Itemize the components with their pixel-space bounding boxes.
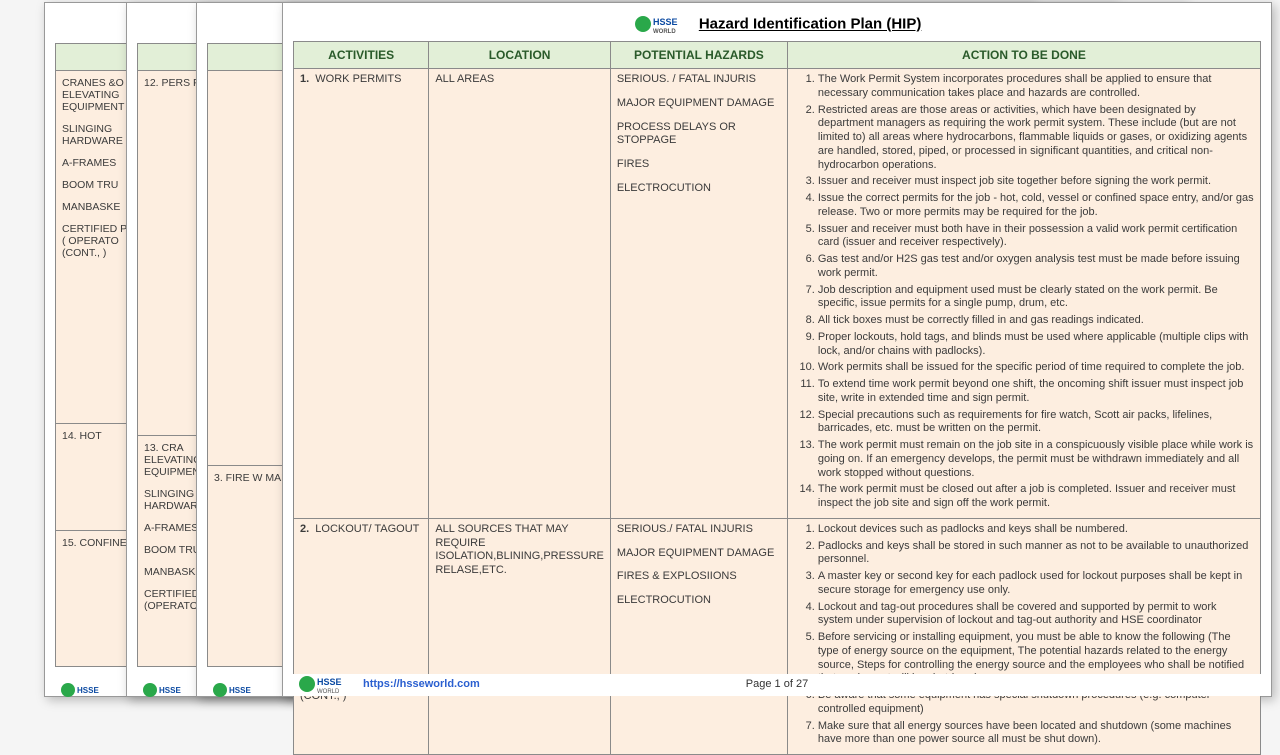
action-item: Gas test and/or H2S gas test and/or oxyg… — [818, 253, 1254, 281]
action-item: Lockout devices such as padlocks and key… — [818, 523, 1254, 537]
hsse-logo-icon: HSSE WORLD — [633, 13, 689, 35]
action-item: Issuer and receiver must inspect job sit… — [818, 175, 1254, 189]
hazards-cell: SERIOUS./ FATAL INJURISMAJOR EQUIPMENT D… — [610, 518, 787, 754]
hsse-logo-icon: HSSE — [59, 680, 105, 700]
action-item: Job description and equipment used must … — [818, 284, 1254, 312]
svg-text:WORLD: WORLD — [317, 689, 340, 695]
document-page-front: HSSE WORLD Hazard Identification Plan (HI… — [282, 2, 1272, 697]
col-location: LOCATION — [429, 42, 611, 69]
action-item: Padlocks and keys shall be stored in suc… — [818, 540, 1254, 568]
hsse-logo-icon: HSSE — [211, 680, 257, 700]
action-item: A master key or second key for each padl… — [818, 570, 1254, 598]
action-item: Lockout and tag-out procedures shall be … — [818, 601, 1254, 629]
table-row: 2. LOCKOUT/ TAGOUTLOCKOUT/ TAGOUT (CONT.… — [294, 518, 1261, 754]
actions-cell: Lockout devices such as padlocks and key… — [787, 518, 1260, 754]
activity-cell: 1. WORK PERMITS — [294, 69, 429, 519]
hip-table: ACTIVITIES LOCATION POTENTIAL HAZARDS AC… — [293, 41, 1261, 755]
col-activities: ACTIVITIES — [294, 42, 429, 69]
activity-cell: 2. LOCKOUT/ TAGOUTLOCKOUT/ TAGOUT (CONT.… — [294, 518, 429, 754]
col-hazards: POTENTIAL HAZARDS — [610, 42, 787, 69]
svg-text:WORLD: WORLD — [653, 29, 676, 35]
page-title-bar: HSSE WORLD Hazard Identification Plan (HI… — [293, 9, 1261, 41]
action-item: Issue the correct permits for the job - … — [818, 192, 1254, 220]
page-number: Page 1 of 27 — [746, 678, 808, 690]
action-item: The work permit must remain on the job s… — [818, 439, 1254, 480]
table-row: 1. WORK PERMITSALL AREASSERIOUS. / FATAL… — [294, 69, 1261, 519]
location-cell: ALL SOURCES THAT MAY REQUIRE ISOLATION,B… — [429, 518, 611, 754]
action-item: Restricted areas are those areas or acti… — [818, 104, 1254, 173]
hsse-logo-icon: HSSE WORLD — [297, 673, 353, 695]
col-actions: ACTION TO BE DONE — [787, 42, 1260, 69]
hazards-cell: SERIOUS. / FATAL INJURISMAJOR EQUIPMENT … — [610, 69, 787, 519]
actions-cell: The Work Permit System incorporates proc… — [787, 69, 1260, 519]
action-item: Issuer and receiver must both have in th… — [818, 223, 1254, 251]
action-item: The work permit must be closed out after… — [818, 483, 1254, 511]
svg-text:HSSE: HSSE — [653, 17, 678, 27]
svg-text:HSSE: HSSE — [317, 677, 342, 687]
svg-text:HSSE: HSSE — [77, 686, 99, 695]
action-item: All tick boxes must be correctly filled … — [818, 314, 1254, 328]
action-item: To extend time work permit beyond one sh… — [818, 378, 1254, 406]
svg-text:HSSE: HSSE — [159, 686, 181, 695]
action-item: Work permits shall be issued for the spe… — [818, 361, 1254, 375]
footer-url: https://hsseworld.com — [363, 678, 480, 690]
action-item: Make sure that all energy sources have b… — [818, 720, 1254, 748]
action-item: The Work Permit System incorporates proc… — [818, 73, 1254, 101]
hsse-logo-icon: HSSE — [141, 680, 187, 700]
svg-text:HSSE: HSSE — [229, 686, 251, 695]
document-title: Hazard Identification Plan (HIP) — [699, 16, 922, 33]
action-item: Special precautions such as requirements… — [818, 409, 1254, 437]
location-cell: ALL AREAS — [429, 69, 611, 519]
page-footer: HSSE WORLD https://hsseworld.com Page 1 o… — [283, 674, 1271, 696]
action-item: Proper lockouts, hold tags, and blinds m… — [818, 331, 1254, 359]
table-header-row: ACTIVITIES LOCATION POTENTIAL HAZARDS AC… — [294, 42, 1261, 69]
